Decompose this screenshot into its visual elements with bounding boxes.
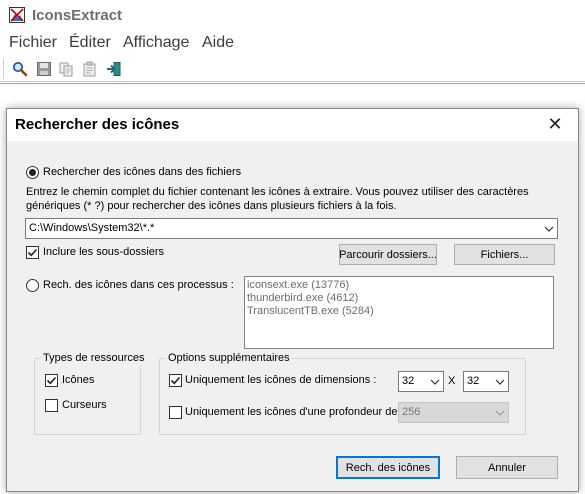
close-icon[interactable]: ✕ (532, 109, 578, 139)
instructions-line-2: génériques (* ?) pour rechercher des icô… (26, 200, 397, 212)
cursors-checkbox-label: Curseurs (62, 399, 107, 411)
exit-icon[interactable] (104, 59, 124, 79)
depth-combo-value: 256 (402, 406, 421, 418)
chevron-down-icon (430, 379, 440, 385)
depth-combo[interactable]: 256 (398, 402, 509, 423)
chevron-down-icon (495, 379, 505, 385)
search-icons-dialog: Rechercher des icônes ✕ Rechercher des i… (6, 108, 579, 492)
menubar: Fichier Éditer Affichage Aide (0, 32, 585, 56)
menu-help[interactable]: Aide (202, 34, 234, 52)
dialog-titlebar: Rechercher des icônes ✕ (7, 109, 578, 141)
browse-folders-button[interactable]: Parcourir dossiers... (339, 244, 437, 265)
height-combo[interactable]: 32 (463, 371, 509, 392)
list-item[interactable]: TranslucentTB.exe (5284) (247, 305, 374, 317)
search-processes-radio[interactable] (26, 279, 39, 292)
search-files-radio-label: Rechercher des icônes dans des fichiers (43, 166, 242, 178)
resource-types-group: Types de ressources Icônes Curseurs (34, 352, 147, 435)
app-logo-icon (9, 7, 25, 23)
search-icon[interactable] (10, 59, 30, 79)
search-files-radio[interactable] (26, 166, 39, 179)
process-listbox[interactable]: iconsext.exe (13776) thunderbird.exe (46… (244, 276, 554, 349)
files-button[interactable]: Fichiers... (454, 244, 555, 265)
depth-checkbox[interactable] (169, 406, 182, 419)
options-group: Options supplémentaires Uniquement les i… (159, 352, 526, 435)
search-icons-button[interactable]: Rech. des icônes (336, 456, 440, 479)
list-item[interactable]: iconsext.exe (13776) (247, 279, 349, 291)
properties-icon[interactable] (80, 59, 100, 79)
chevron-down-icon (544, 226, 554, 232)
resource-types-title: Types de ressources (41, 352, 147, 365)
menu-edit[interactable]: Éditer (69, 34, 111, 52)
dimensions-checkbox[interactable] (169, 374, 182, 387)
toolbar (0, 56, 585, 82)
width-combo[interactable]: 32 (398, 371, 444, 392)
app-titlebar: IconsExtract (0, 0, 585, 32)
instructions-line-1: Entrez le chemin complet du fichier cont… (26, 186, 529, 198)
path-combo[interactable]: C:\Windows\System32\*.* (25, 218, 558, 239)
icons-checkbox[interactable] (45, 374, 58, 387)
menu-file[interactable]: Fichier (9, 34, 57, 52)
app-title: IconsExtract (32, 7, 123, 24)
dialog-title: Rechercher des icônes (15, 116, 180, 133)
depth-label: Uniquement les icônes d'une profondeur d… (185, 406, 398, 418)
cursors-checkbox[interactable] (45, 399, 58, 412)
toolbar-grip (3, 59, 5, 79)
include-subfolders-checkbox[interactable] (26, 246, 39, 259)
dimensions-label: Uniquement les icônes de dimensions : (185, 374, 377, 386)
dimensions-separator: X (448, 375, 456, 387)
cancel-button[interactable]: Annuler (456, 456, 558, 479)
options-title: Options supplémentaires (166, 352, 292, 365)
list-item[interactable]: thunderbird.exe (4612) (247, 292, 358, 304)
icons-checkbox-label: Icônes (62, 374, 95, 386)
save-icon[interactable] (34, 59, 54, 79)
height-combo-value: 32 (467, 375, 480, 387)
chevron-down-icon (495, 410, 505, 416)
search-processes-radio-label: Rech. des icônes dans ces processus : (43, 279, 234, 291)
include-subfolders-label: Inclure les sous-dossiers (43, 246, 165, 258)
width-combo-value: 32 (402, 375, 415, 387)
menu-view[interactable]: Affichage (123, 34, 189, 52)
copy-icon[interactable] (56, 59, 76, 79)
path-combo-value: C:\Windows\System32\*.* (29, 222, 155, 234)
